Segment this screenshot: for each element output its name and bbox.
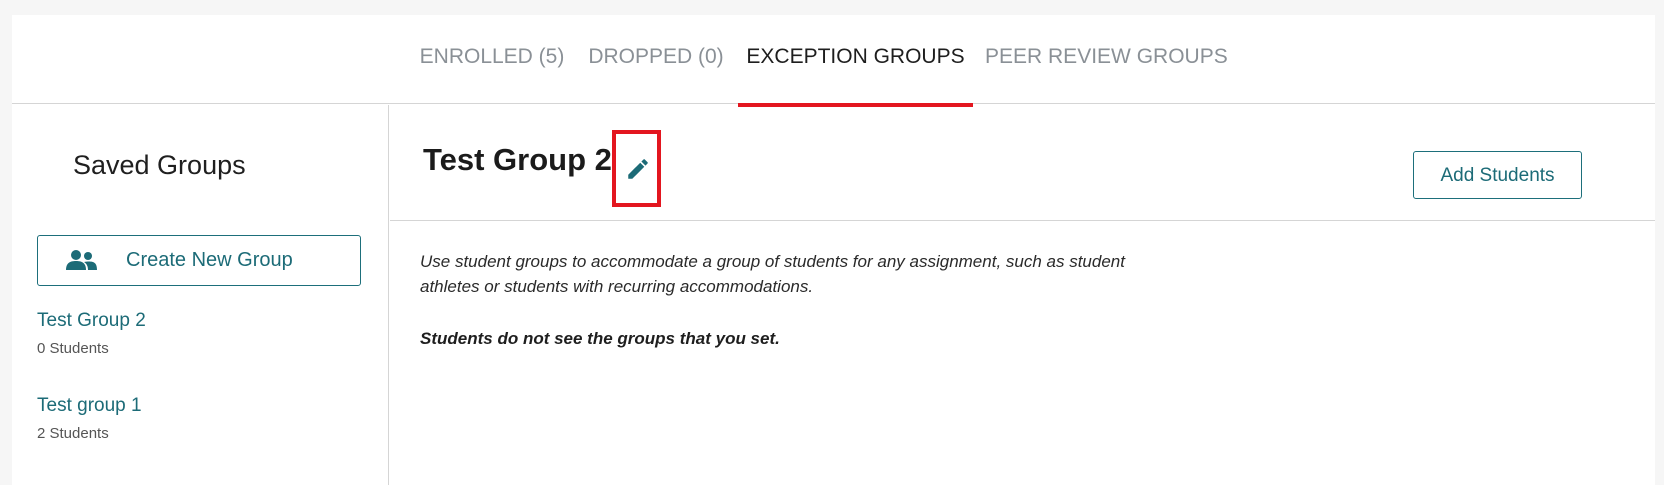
tab-dropped[interactable]: DROPPED (0) (584, 45, 728, 104)
tab-peer-review-groups[interactable]: PEER REVIEW GROUPS (985, 45, 1228, 104)
tab-exception-groups[interactable]: EXCEPTION GROUPS (738, 45, 973, 107)
pencil-icon (628, 159, 648, 179)
group-student-count: 0 Students (37, 340, 109, 357)
group-list-item[interactable]: Test group 1 2 Students (37, 395, 357, 442)
group-name-link[interactable]: Test Group 2 (37, 310, 357, 332)
tab-bar: ENROLLED (5) DROPPED (0) EXCEPTION GROUP… (12, 15, 1655, 107)
group-detail-panel: Test Group 2 Add Students Use student gr… (390, 105, 1655, 485)
edit-group-name-button[interactable] (612, 130, 661, 207)
page-card: ENROLLED (5) DROPPED (0) EXCEPTION GROUP… (12, 15, 1655, 485)
create-new-group-label: Create New Group (126, 249, 293, 271)
group-student-count: 2 Students (37, 425, 109, 442)
group-list-item[interactable]: Test Group 2 0 Students (37, 310, 357, 357)
visibility-note: Students do not see the groups that you … (420, 329, 780, 348)
create-new-group-button[interactable]: Create New Group (37, 235, 361, 286)
group-name-link[interactable]: Test group 1 (37, 395, 357, 417)
add-students-button[interactable]: Add Students (1413, 151, 1582, 199)
tab-enrolled[interactable]: ENROLLED (5) (407, 45, 577, 104)
add-students-label: Add Students (1440, 165, 1555, 186)
saved-groups-sidebar: Saved Groups Create New Group Test Group… (12, 105, 389, 485)
group-description: Use student groups to accommodate a grou… (420, 252, 1125, 296)
group-header: Test Group 2 Add Students (390, 105, 1655, 221)
users-icon (64, 249, 98, 271)
group-title: Test Group 2 (423, 142, 612, 177)
sidebar-title: Saved Groups (73, 150, 246, 180)
